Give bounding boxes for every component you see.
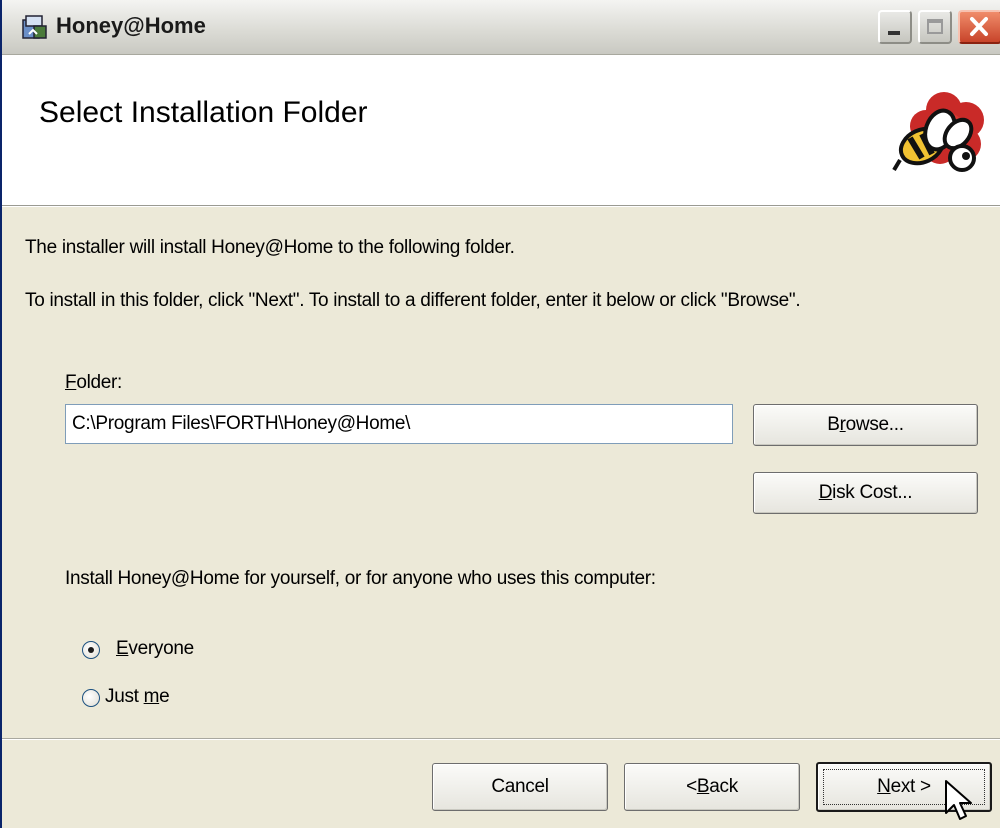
browse-button[interactable]: Browse... (753, 404, 978, 446)
justme-post: e (159, 686, 170, 707)
radio-everyone-label[interactable]: Everyone (116, 638, 194, 660)
intro-text-line2: To install in this folder, click "Next".… (25, 290, 801, 311)
close-button[interactable] (958, 10, 1000, 44)
disk-cost-label-post: isk Cost... (832, 482, 913, 503)
back-label-pre: < (686, 776, 697, 797)
radio-everyone-button[interactable] (82, 641, 100, 659)
title-bar[interactable]: Honey@Home (2, 0, 1000, 55)
maximize-icon (927, 19, 943, 34)
header-divider-highlight (2, 206, 1000, 207)
window-title: Honey@Home (56, 13, 206, 38)
browse-label-pre: B (827, 414, 840, 435)
install-scope-prompt: Install Honey@Home for yourself, or for … (65, 568, 656, 589)
folder-label-rest: older: (76, 372, 123, 393)
folder-input[interactable] (65, 404, 733, 444)
back-label-post: ack (709, 776, 738, 797)
installer-icon (22, 15, 47, 39)
maximize-button[interactable] (918, 10, 952, 44)
header-banner (2, 55, 1000, 206)
page-title: Select Installation Folder (39, 96, 368, 129)
disk-cost-label-accel: D (818, 482, 833, 503)
browse-label-post: owse... (845, 414, 904, 435)
bee-logo-icon (892, 92, 984, 172)
disk-cost-button[interactable]: Disk Cost... (753, 472, 978, 514)
cancel-button[interactable]: Cancel (432, 763, 608, 811)
radio-just-me-label[interactable]: Just me (105, 686, 170, 708)
justme-pre: Just (105, 686, 144, 707)
installer-window: Honey@Home Select Installation Folder Th… (0, 0, 1000, 828)
radio-selected-dot (88, 647, 94, 653)
close-icon (970, 17, 988, 36)
radio-just-me-button[interactable] (82, 689, 100, 707)
everyone-accel: E (116, 638, 129, 659)
minimize-icon (888, 31, 900, 35)
cursor-icon (945, 780, 972, 820)
everyone-rest: veryone (128, 638, 194, 659)
back-button[interactable]: < Back (624, 763, 800, 811)
folder-label-accel: F (65, 372, 77, 393)
back-label-accel: B (696, 776, 710, 797)
footer-divider-highlight (2, 739, 1000, 740)
intro-text-line1: The installer will install Honey@Home to… (25, 237, 515, 258)
folder-label: Folder: (65, 372, 122, 394)
justme-accel: m (143, 686, 160, 707)
minimize-button[interactable] (878, 10, 912, 44)
